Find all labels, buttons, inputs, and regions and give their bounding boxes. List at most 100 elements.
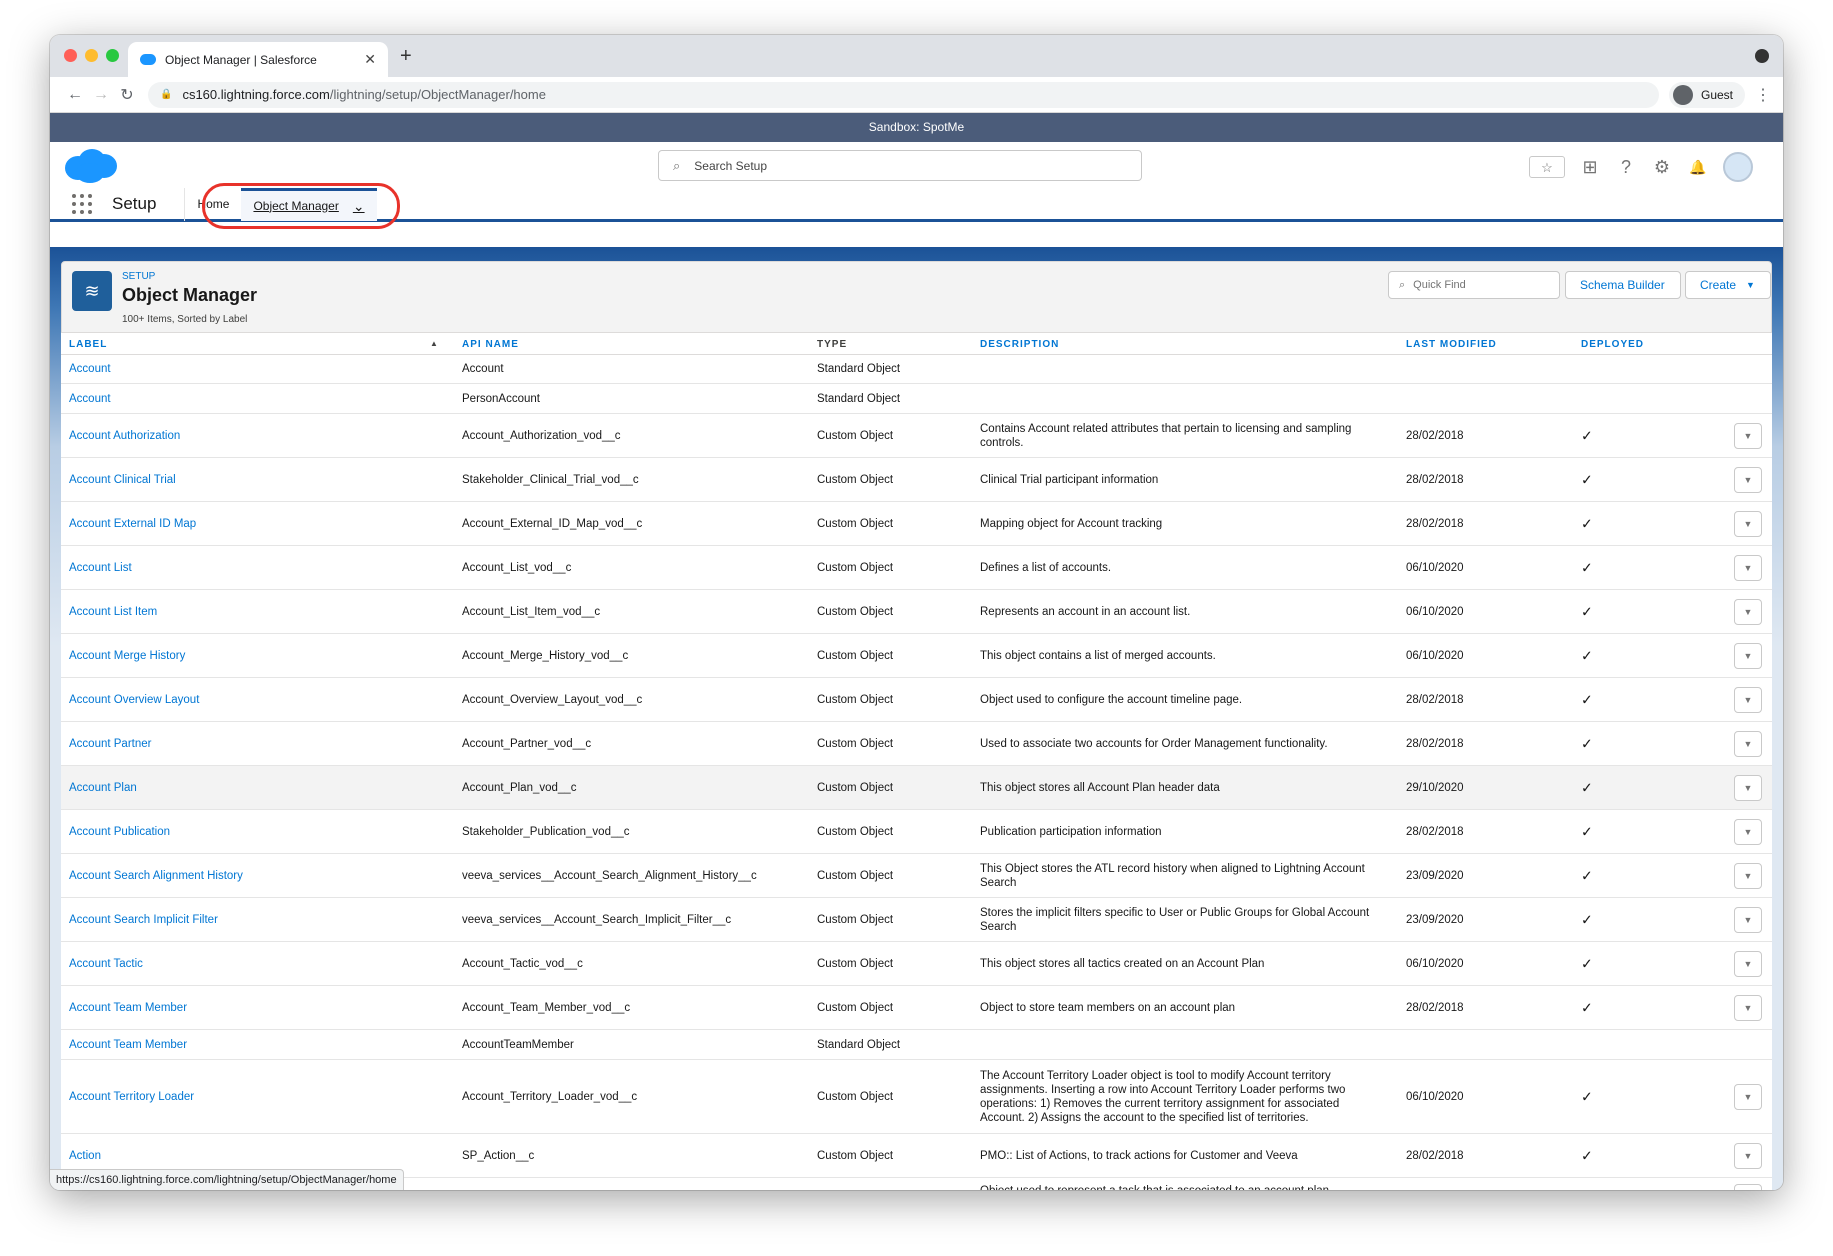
object-label-link[interactable]: Account Territory Loader <box>69 1091 194 1103</box>
favorites-star-icon[interactable]: ☆ <box>1529 156 1565 178</box>
setup-gear-icon[interactable]: ⚙ <box>1651 156 1673 178</box>
browser-tab[interactable]: Object Manager | Salesforce ✕ <box>128 42 388 77</box>
forward-icon[interactable]: → <box>88 86 114 104</box>
row-actions-button[interactable]: ▼ <box>1734 554 1762 581</box>
object-label-link[interactable]: Action <box>69 1150 101 1162</box>
row-actions-button[interactable]: ▼ <box>1734 510 1762 537</box>
back-icon[interactable]: ← <box>62 86 88 104</box>
column-type[interactable]: TYPE <box>817 339 847 350</box>
object-label-link[interactable]: Account Authorization <box>69 430 180 442</box>
object-label-link[interactable]: Account <box>69 393 111 405</box>
object-type: Custom Object <box>817 781 894 794</box>
profile-button[interactable]: Guest <box>1668 81 1745 108</box>
object-label-link[interactable]: Account Tactic <box>69 958 143 970</box>
row-actions-button[interactable]: ▼ <box>1734 862 1762 889</box>
description: PMO:: List of Actions, to track actions … <box>980 1149 1298 1162</box>
object-label-link[interactable]: Account Partner <box>69 738 151 750</box>
object-type: Custom Object <box>817 517 894 530</box>
object-label-link[interactable]: Account Search Alignment History <box>69 870 243 882</box>
description: Mapping object for Account tracking <box>980 517 1163 530</box>
app-launcher-icon[interactable] <box>72 194 92 214</box>
description: Used to associate two accounts for Order… <box>980 737 1328 750</box>
table-row: Account Partner Account_Partner_vod__c Cus… <box>61 722 1772 766</box>
row-actions-button[interactable]: ▼ <box>1734 466 1762 493</box>
deployed-check-icon: ✓ <box>1581 1147 1593 1163</box>
object-label-link[interactable]: Account Publication <box>69 826 170 838</box>
row-actions-button[interactable]: ▼ <box>1734 906 1762 933</box>
row-actions-button[interactable]: ▼ <box>1734 1142 1762 1169</box>
row-actions-button[interactable]: ▼ <box>1734 686 1762 713</box>
object-label-link[interactable]: Account Plan <box>69 782 137 794</box>
api-name: Stakeholder_Clinical_Trial_vod__c <box>462 473 639 486</box>
salesforce-logo-icon[interactable] <box>64 148 118 184</box>
api-name: Account <box>462 363 504 375</box>
object-label-link[interactable]: Account Clinical Trial <box>69 474 176 486</box>
row-actions-button[interactable]: ▼ <box>1734 598 1762 625</box>
deployed-check-icon: ✓ <box>1581 779 1593 795</box>
row-actions-button[interactable]: ▼ <box>1734 730 1762 757</box>
quick-find-input[interactable]: ⌕ Quick Find <box>1388 271 1560 299</box>
tab-close-icon[interactable]: ✕ <box>364 51 376 68</box>
sort-ascending-icon[interactable]: ▲ <box>430 339 439 348</box>
last-modified: 06/10/2020 <box>1406 1090 1464 1103</box>
browser-menu-icon[interactable]: ⋮ <box>1755 85 1771 105</box>
user-avatar[interactable] <box>1723 152 1753 182</box>
object-type: Custom Object <box>817 913 894 926</box>
object-label-link[interactable]: Account Team Member <box>69 1002 187 1014</box>
tab-search-icon[interactable] <box>1755 49 1769 63</box>
objects-table: LABEL ▲ API NAME TYPE DESCRIPTION LAST M… <box>61 333 1772 1190</box>
column-api-name[interactable]: API NAME <box>462 339 519 350</box>
quick-find-placeholder: Quick Find <box>1413 279 1466 291</box>
create-button[interactable]: Create ▼ <box>1685 271 1771 299</box>
column-label[interactable]: LABEL <box>69 339 107 350</box>
minimize-window-button[interactable] <box>85 49 98 62</box>
reload-icon[interactable]: ↻ <box>114 85 140 105</box>
help-icon[interactable]: ? <box>1615 156 1637 178</box>
object-label-link[interactable]: Account List Item <box>69 606 157 618</box>
object-label-link[interactable]: Account External ID Map <box>69 518 196 530</box>
search-setup-input[interactable]: ⌕ Search Setup <box>658 150 1142 181</box>
api-name: Account_Plan_vod__c <box>462 781 577 794</box>
row-actions-button[interactable]: ▼ <box>1734 994 1762 1021</box>
table-row: Account Territory Loader Account_Territor… <box>61 1060 1772 1134</box>
search-icon: ⌕ <box>1399 278 1406 291</box>
table-row: Account Publication Stakeholder_Publicati… <box>61 810 1772 854</box>
maximize-window-button[interactable] <box>106 49 119 62</box>
row-actions-button[interactable]: ▼ <box>1734 818 1762 845</box>
global-actions-icon[interactable]: ⊞ <box>1579 156 1601 178</box>
column-last-modified[interactable]: LAST MODIFIED <box>1406 339 1497 350</box>
table-row: Account Search Implicit Filter veeva_serv… <box>61 898 1772 942</box>
row-actions-button[interactable]: ▼ <box>1734 1083 1762 1110</box>
api-name: AccountTeamMember <box>462 1038 574 1051</box>
row-actions-button[interactable]: ▼ <box>1734 774 1762 801</box>
deployed-check-icon: ✓ <box>1581 999 1593 1015</box>
new-tab-button[interactable]: + <box>400 45 412 68</box>
row-actions-button[interactable]: ▼ <box>1734 1184 1762 1190</box>
last-modified: 28/02/2018 <box>1406 1001 1464 1014</box>
object-type: Custom Object <box>817 1001 894 1014</box>
object-label-link[interactable]: Account Overview Layout <box>69 694 199 706</box>
table-row: Account External ID Map Account_External_… <box>61 502 1772 546</box>
object-label-link[interactable]: Account <box>69 363 111 375</box>
address-bar[interactable]: 🔒 cs160.lightning.force.com/lightning/se… <box>148 81 1659 108</box>
api-name: PersonAccount <box>462 392 540 405</box>
object-type: Custom Object <box>817 605 894 618</box>
object-label-link[interactable]: Account Team Member <box>69 1039 187 1051</box>
api-name: veeva_services__Account_Search_Alignment… <box>462 869 757 882</box>
row-actions-button[interactable]: ▼ <box>1734 422 1762 449</box>
object-label-link[interactable]: Account List <box>69 562 132 574</box>
last-modified: 06/10/2020 <box>1406 561 1464 574</box>
schema-builder-button[interactable]: Schema Builder <box>1565 271 1681 299</box>
api-name: Account_Tactic_vod__c <box>462 957 583 970</box>
row-actions-button[interactable]: ▼ <box>1734 642 1762 669</box>
table-row: Account PersonAccount Standard Object <box>61 384 1772 414</box>
close-window-button[interactable] <box>64 49 77 62</box>
column-description[interactable]: DESCRIPTION <box>980 339 1059 350</box>
object-label-link[interactable]: Account Merge History <box>69 650 185 662</box>
notifications-bell-icon[interactable]: 🔔 <box>1687 156 1709 178</box>
table-row: Account Clinical Trial Stakeholder_Clinic… <box>61 458 1772 502</box>
column-deployed[interactable]: DEPLOYED <box>1581 339 1644 350</box>
url-path: /lightning/setup/ObjectManager/home <box>329 87 546 102</box>
row-actions-button[interactable]: ▼ <box>1734 950 1762 977</box>
object-label-link[interactable]: Account Search Implicit Filter <box>69 914 218 926</box>
